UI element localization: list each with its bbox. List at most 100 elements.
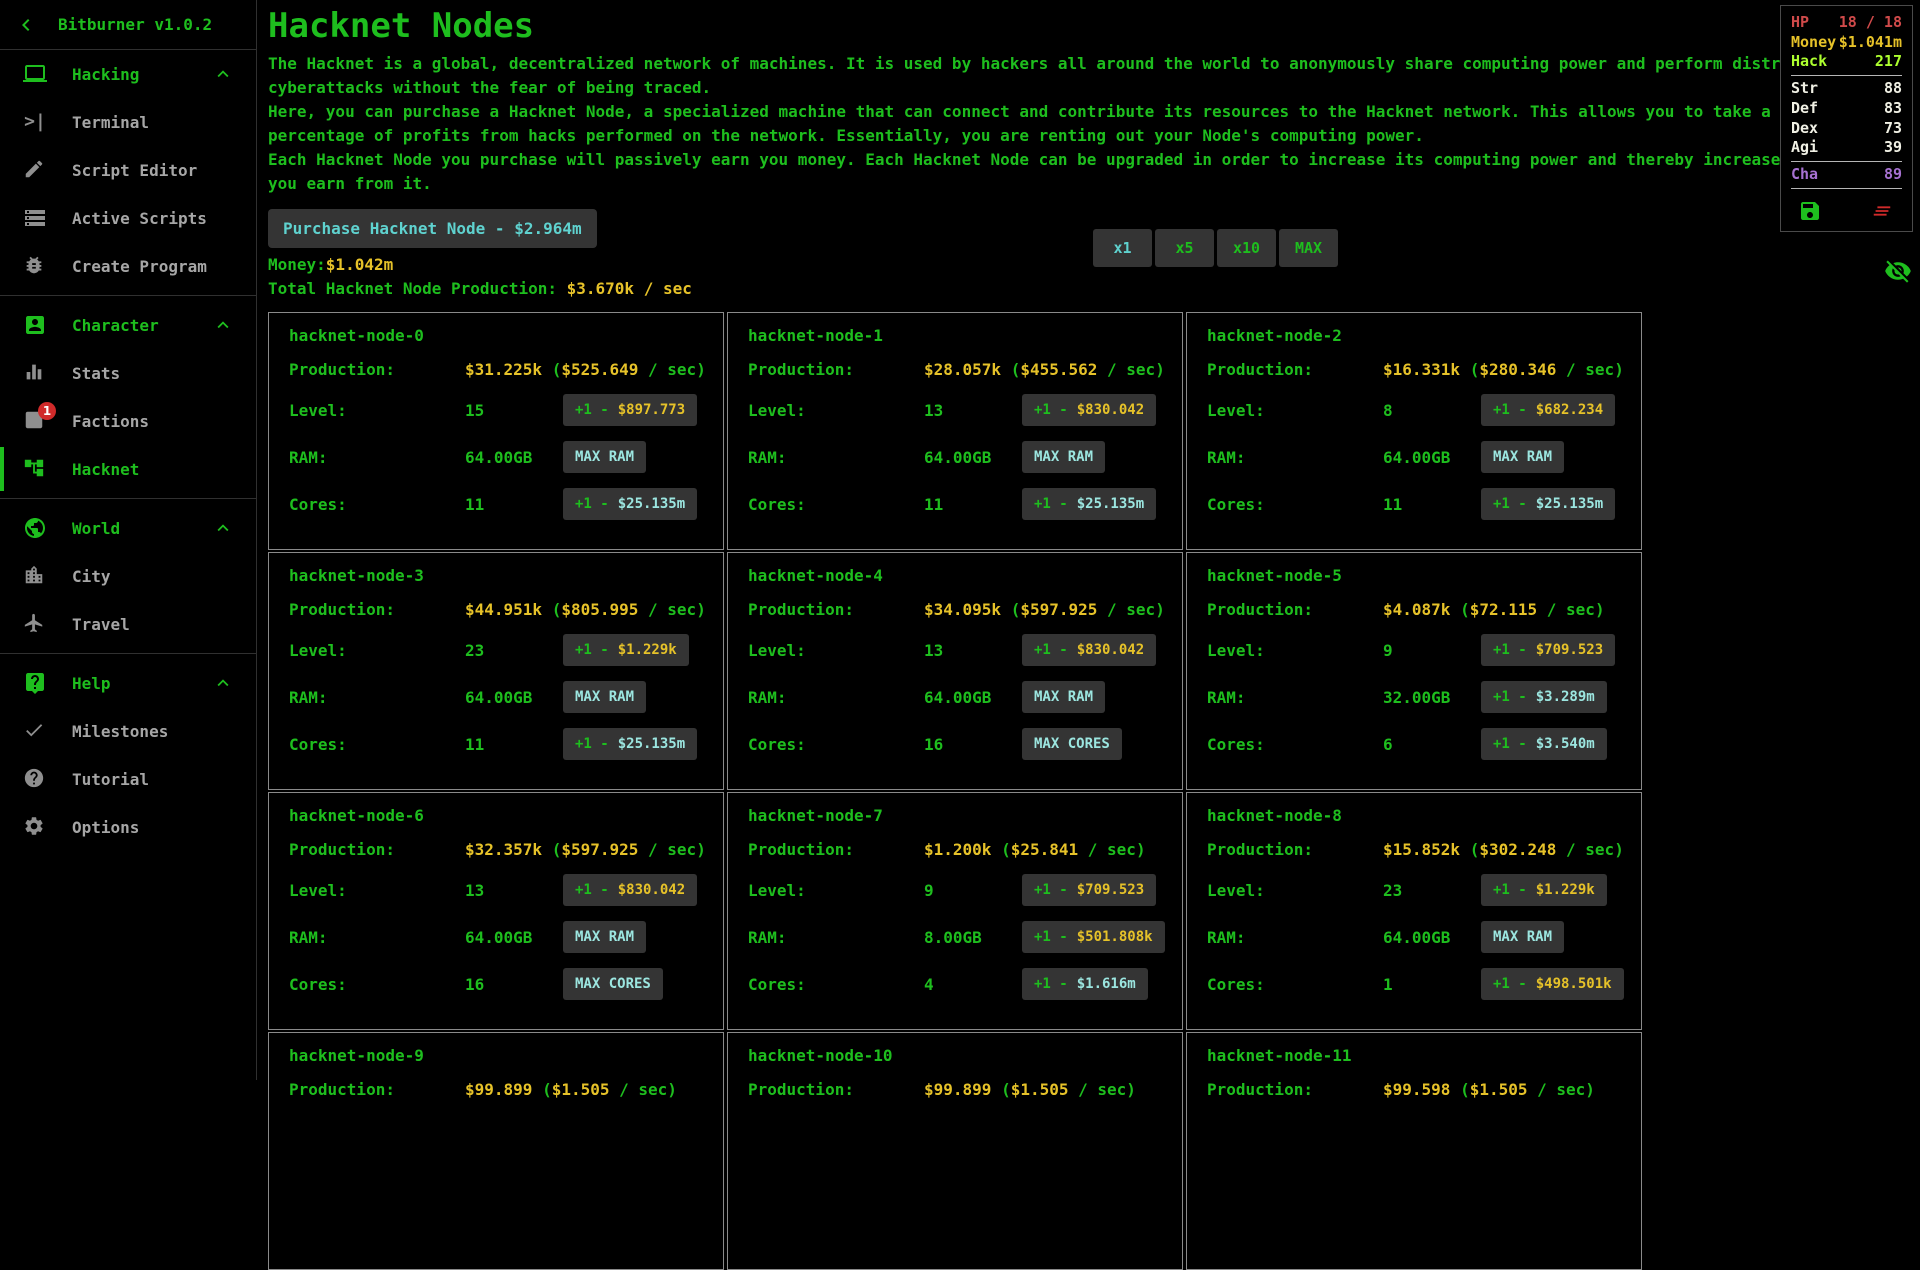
hacknet-description: The Hacknet is a global, decentralized n…	[268, 52, 1920, 196]
sidebar-item-stats[interactable]: Stats	[0, 349, 256, 397]
level-label: Level:	[289, 881, 465, 900]
overview-divider	[1791, 188, 1902, 189]
production-label: Production:	[289, 600, 465, 619]
upgrade-cores-button[interactable]: +1 -$498.501k	[1481, 968, 1624, 1000]
multiplier-x1-button[interactable]: x1	[1093, 229, 1152, 267]
upgrade-ram-button[interactable]: MAX RAM	[1481, 921, 1564, 953]
toggle-overview-visibility-button[interactable]	[1884, 257, 1912, 285]
sidebar-item-active-scripts[interactable]: Active Scripts	[0, 194, 256, 242]
multiplier-x10-button[interactable]: x10	[1217, 229, 1276, 267]
sidebar-item-options[interactable]: Options	[0, 803, 256, 851]
sidebar-item-label: Tutorial	[72, 770, 149, 789]
sidebar-item-tutorial[interactable]: Tutorial	[0, 755, 256, 803]
upgrade-level-button[interactable]: +1 -$830.042	[1022, 634, 1156, 666]
sidebar-item-travel[interactable]: Travel	[0, 600, 256, 648]
save-game-button[interactable]	[1798, 199, 1822, 223]
production-value: $32.357k ($597.925 / sec)	[465, 840, 706, 859]
sidebar-item-hacknet[interactable]: Hacknet	[0, 445, 256, 493]
upgrade-ram-button[interactable]: MAX RAM	[563, 681, 646, 713]
sidebar-section-character[interactable]: Character	[0, 301, 256, 349]
upgrade-ram-button[interactable]: +1 -$501.808k	[1022, 921, 1165, 953]
equalizer-icon	[23, 361, 47, 385]
ram-value: 64.00GB	[465, 448, 563, 467]
str-label: Str	[1791, 79, 1818, 99]
cores-label: Cores:	[748, 975, 924, 994]
upgrade-ram-button[interactable]: +1 -$3.289m	[1481, 681, 1607, 713]
sidebar-item-city[interactable]: City	[0, 552, 256, 600]
level-label: Level:	[289, 401, 465, 420]
hack-value: 217	[1875, 52, 1902, 72]
upgrade-level-button[interactable]: +1 -$830.042	[1022, 394, 1156, 426]
sidebar-item-label: Stats	[72, 364, 120, 383]
dex-label: Dex	[1791, 119, 1818, 139]
upgrade-cores-button[interactable]: MAX CORES	[1022, 728, 1122, 760]
upgrade-level-button[interactable]: +1 -$682.234	[1481, 394, 1615, 426]
purchase-hacknet-node-button[interactable]: Purchase Hacknet Node - $2.964m	[268, 209, 597, 248]
str-value: 88	[1884, 79, 1902, 99]
sidebar-item-factions[interactable]: 1 Factions	[0, 397, 256, 445]
sidebar-item-terminal[interactable]: >| Terminal	[0, 98, 256, 146]
ram-label: RAM:	[1207, 928, 1383, 947]
upgrade-cores-button[interactable]: +1 -$25.135m	[563, 488, 697, 520]
kill-scripts-button[interactable]	[1871, 199, 1895, 223]
upgrade-ram-button[interactable]: MAX RAM	[563, 441, 646, 473]
level-value: 23	[465, 641, 563, 660]
upgrade-cores-button[interactable]: +1 -$3.540m	[1481, 728, 1607, 760]
upgrade-ram-button[interactable]: MAX RAM	[1022, 681, 1105, 713]
production-value: $34.095k ($597.925 / sec)	[924, 600, 1165, 619]
sidebar-item-milestones[interactable]: Milestones	[0, 707, 256, 755]
ram-value: 64.00GB	[924, 448, 1022, 467]
multiplier-x5-button[interactable]: x5	[1155, 229, 1214, 267]
sidebar-section-world[interactable]: World	[0, 504, 256, 552]
agi-row: Agi39	[1791, 138, 1902, 158]
sidebar-section-hacking[interactable]: Hacking	[0, 50, 256, 98]
upgrade-level-button[interactable]: +1 -$709.523	[1481, 634, 1615, 666]
sidebar-item-script-editor[interactable]: Script Editor	[0, 146, 256, 194]
money-row: Money$1.041m	[1791, 33, 1902, 53]
cores-value: 11	[1383, 495, 1481, 514]
upgrade-ram-button[interactable]: MAX RAM	[1022, 441, 1105, 473]
contact-card-icon: 1	[23, 409, 47, 433]
upgrade-cores-button[interactable]: MAX CORES	[563, 968, 663, 1000]
multiplier-max-button[interactable]: MAX	[1279, 229, 1338, 267]
sidebar-divider	[0, 295, 256, 296]
upgrade-level-button[interactable]: +1 -$897.773	[563, 394, 697, 426]
network-tree-icon	[23, 457, 47, 481]
upgrade-ram-button[interactable]: MAX RAM	[1481, 441, 1564, 473]
character-overview-panel: HP18 / 18 Money$1.041m Hack217 Str88 Def…	[1780, 5, 1913, 232]
cores-value: 4	[924, 975, 1022, 994]
upgrade-level-button[interactable]: +1 -$709.523	[1022, 874, 1156, 906]
ram-value: 64.00GB	[1383, 928, 1481, 947]
upgrade-level-button[interactable]: +1 -$1.229k	[563, 634, 689, 666]
level-label: Level:	[1207, 401, 1383, 420]
production-label: Production:	[1207, 1080, 1383, 1099]
upgrade-level-button[interactable]: +1 -$830.042	[563, 874, 697, 906]
production-value: $99.899 ($1.505 / sec)	[465, 1080, 677, 1099]
collapse-sidebar-button[interactable]	[14, 13, 38, 37]
upgrade-cores-button[interactable]: +1 -$25.135m	[563, 728, 697, 760]
bug-icon	[23, 254, 47, 278]
sidebar-section-help[interactable]: Help	[0, 659, 256, 707]
sidebar-item-create-program[interactable]: Create Program	[0, 242, 256, 290]
node-name: hacknet-node-8	[1207, 806, 1625, 825]
upgrade-level-button[interactable]: +1 -$1.229k	[1481, 874, 1607, 906]
level-value: 9	[1383, 641, 1481, 660]
hacknet-node-card: hacknet-node-3 Production:$44.951k ($805…	[268, 552, 724, 790]
cores-label: Cores:	[748, 735, 924, 754]
save-icon	[1798, 199, 1822, 223]
upgrade-ram-button[interactable]: MAX RAM	[563, 921, 646, 953]
money-value: $1.042m	[326, 255, 393, 274]
section-label: World	[72, 519, 120, 538]
upgrade-cores-button[interactable]: +1 -$25.135m	[1481, 488, 1615, 520]
upgrade-cores-button[interactable]: +1 -$1.616m	[1022, 968, 1148, 1000]
airplane-icon	[23, 612, 47, 636]
chevron-up-icon	[212, 672, 234, 694]
laptop-icon	[23, 62, 47, 86]
overview-actions	[1791, 192, 1902, 225]
production-label: Production:	[748, 840, 924, 859]
upgrade-cores-button[interactable]: +1 -$25.135m	[1022, 488, 1156, 520]
sidebar-header: Bitburner v1.0.2	[0, 0, 256, 50]
cores-value: 16	[924, 735, 1022, 754]
hack-label: Hack	[1791, 52, 1827, 72]
help-circle-icon	[23, 767, 47, 791]
